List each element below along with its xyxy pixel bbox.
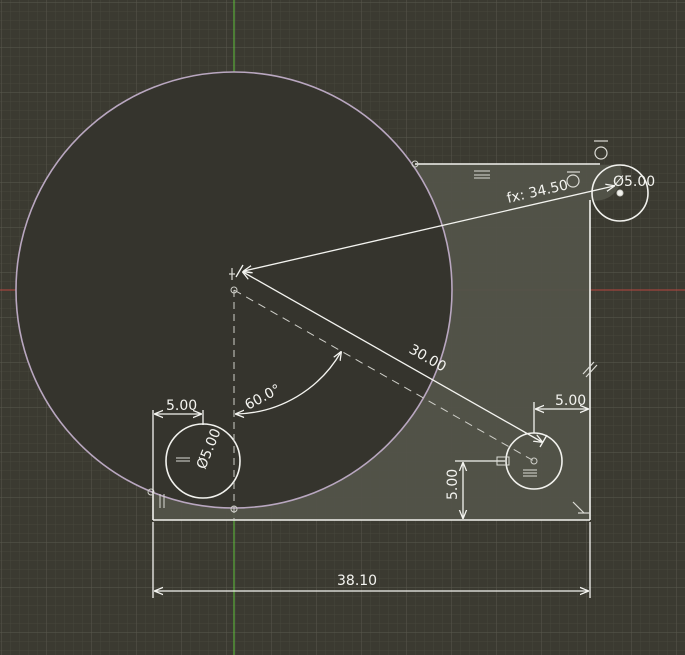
dimension-offset-left-label[interactable]: 5.00 [166, 398, 197, 414]
dimension-offset-right-label[interactable]: 5.00 [555, 393, 586, 409]
dimension-total-width-label[interactable]: 38.10 [337, 573, 377, 589]
sketch-canvas[interactable]: 30.00 fx: 34.50 60.0° 5.00 Ø5.00 5.00 5.… [0, 0, 685, 655]
dimension-hole-top-right-label[interactable]: Ø5.00 [613, 174, 655, 190]
dimension-offset-vertical-label[interactable]: 5.00 [445, 469, 461, 500]
